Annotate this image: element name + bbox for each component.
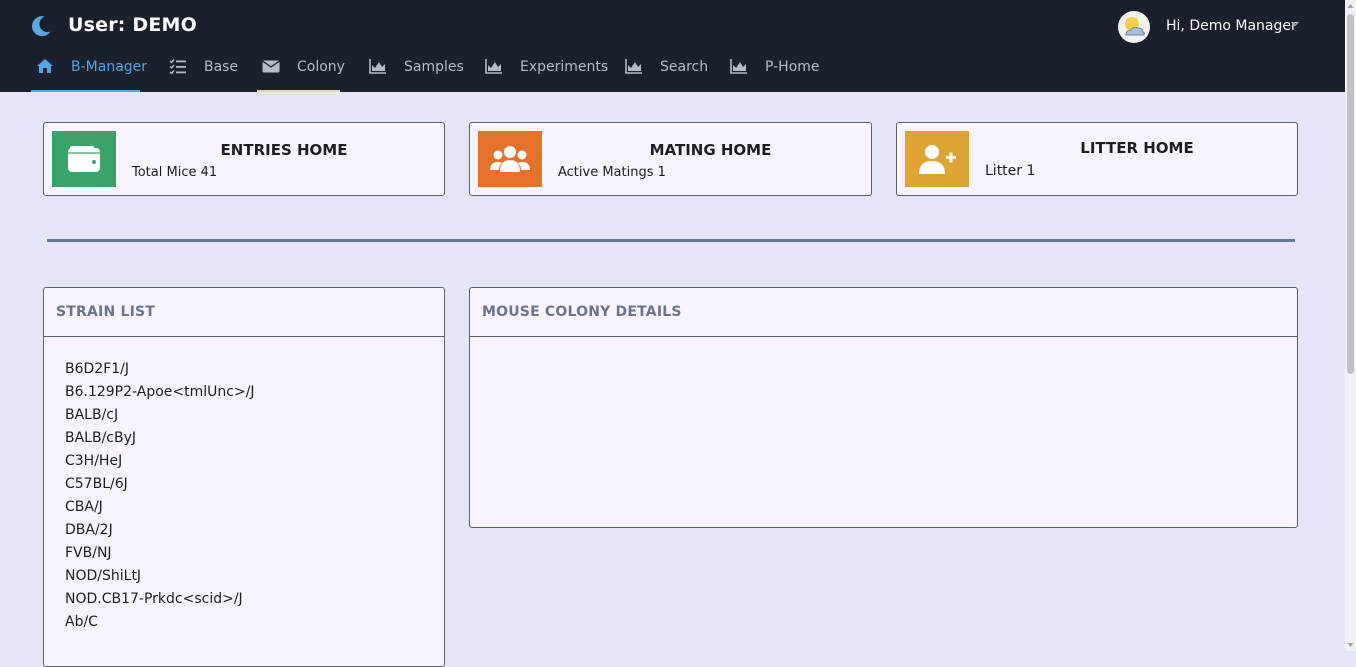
scroll-down-icon[interactable] (1347, 642, 1354, 648)
card-icon-box (52, 131, 116, 187)
strain-list-panel: STRAIN LIST B6D2F1/J B6.129P2-Apoe<tmlUn… (43, 287, 445, 667)
strain-item[interactable]: BALB/cByJ (65, 427, 255, 450)
nav-label: P-Home (765, 59, 820, 75)
strain-item[interactable]: Ab/C (65, 611, 255, 634)
nav-tab-samples[interactable]: Samples (369, 52, 464, 92)
card-subtitle: Total Mice 41 (132, 165, 218, 180)
strain-item[interactable]: B6.129P2-Apoe<tmlUnc>/J (65, 381, 255, 404)
mating-home-card[interactable]: MATING HOME Active Matings 1 (469, 122, 872, 196)
nav-tab-colony[interactable]: Colony (257, 52, 345, 92)
panel-header: MOUSE COLONY DETAILS (470, 288, 1297, 337)
strain-item[interactable]: FVB/NJ (65, 542, 255, 565)
scroll-up-icon[interactable] (1347, 3, 1354, 9)
strain-item[interactable]: NOD/ShiLtJ (65, 565, 255, 588)
panel-title: STRAIN LIST (56, 304, 156, 320)
card-title: ENTRIES HOME (220, 141, 348, 159)
chevron-down-icon[interactable] (1290, 19, 1300, 29)
area-chart-icon (625, 59, 642, 74)
card-title: MATING HOME (649, 141, 772, 159)
nav-tab-experiments[interactable]: Experiments (485, 52, 608, 92)
users-icon (490, 146, 530, 172)
section-divider (47, 239, 1295, 242)
nav-label: Samples (404, 59, 464, 75)
card-icon-box (905, 131, 969, 187)
strain-list: B6D2F1/J B6.129P2-Apoe<tmlUnc>/J BALB/cJ… (65, 358, 255, 634)
tab-underline (257, 90, 340, 92)
nav-label: Experiments (520, 59, 609, 75)
wallet-icon (68, 146, 100, 172)
panel-header: STRAIN LIST (44, 288, 444, 337)
strain-item[interactable]: CBA/J (65, 496, 255, 519)
user-greeting[interactable]: Hi, Demo Manager (1166, 18, 1297, 34)
nav-label: Base (204, 59, 239, 75)
area-chart-icon (485, 59, 502, 74)
strain-item[interactable]: NOD.CB17-Prkdc<scid>/J (65, 588, 255, 611)
area-chart-icon (369, 59, 386, 74)
page-title: User: DEMO (68, 14, 198, 36)
nav-tab-p-home[interactable]: P-Home (730, 52, 820, 92)
panel-title: MOUSE COLONY DETAILS (482, 304, 682, 320)
user-plus-icon (919, 145, 956, 174)
scroll-thumb[interactable] (1347, 14, 1354, 374)
strain-item[interactable]: C3H/HeJ (65, 450, 255, 473)
area-chart-icon (730, 59, 747, 74)
top-header: User: DEMO Hi, Demo Manager B-Manager Ba… (0, 0, 1345, 92)
weather-avatar-icon[interactable] (1118, 11, 1150, 43)
main-nav: B-Manager Base Colony Samples Experiment… (0, 52, 1000, 92)
card-subtitle: Litter 1 (985, 163, 1036, 179)
card-title: LITTER HOME (1080, 139, 1194, 157)
card-icon-box (478, 131, 542, 187)
nav-tab-search[interactable]: Search (625, 52, 709, 92)
home-icon (37, 59, 53, 73)
strain-item[interactable]: B6D2F1/J (65, 358, 255, 381)
nav-tab-b-manager[interactable]: B-Manager (31, 52, 147, 92)
litter-home-card[interactable]: LITTER HOME Litter 1 (896, 122, 1298, 196)
page-scrollbar[interactable] (1345, 0, 1356, 651)
active-tab-indicator (31, 90, 140, 92)
nav-tab-base[interactable]: Base (169, 52, 239, 92)
moon-icon[interactable] (29, 14, 53, 38)
strain-item[interactable]: DBA/2J (65, 519, 255, 542)
entries-home-card[interactable]: ENTRIES HOME Total Mice 41 (43, 122, 445, 196)
nav-label: Colony (297, 59, 345, 75)
envelope-icon (262, 60, 280, 73)
nav-label: B-Manager (71, 59, 148, 75)
nav-label: Search (660, 59, 709, 75)
strain-item[interactable]: BALB/cJ (65, 404, 255, 427)
strain-item[interactable]: C57BL/6J (65, 473, 255, 496)
mouse-colony-details-panel: MOUSE COLONY DETAILS (469, 287, 1298, 528)
card-subtitle: Active Matings 1 (558, 165, 666, 180)
checklist-icon (169, 59, 186, 74)
